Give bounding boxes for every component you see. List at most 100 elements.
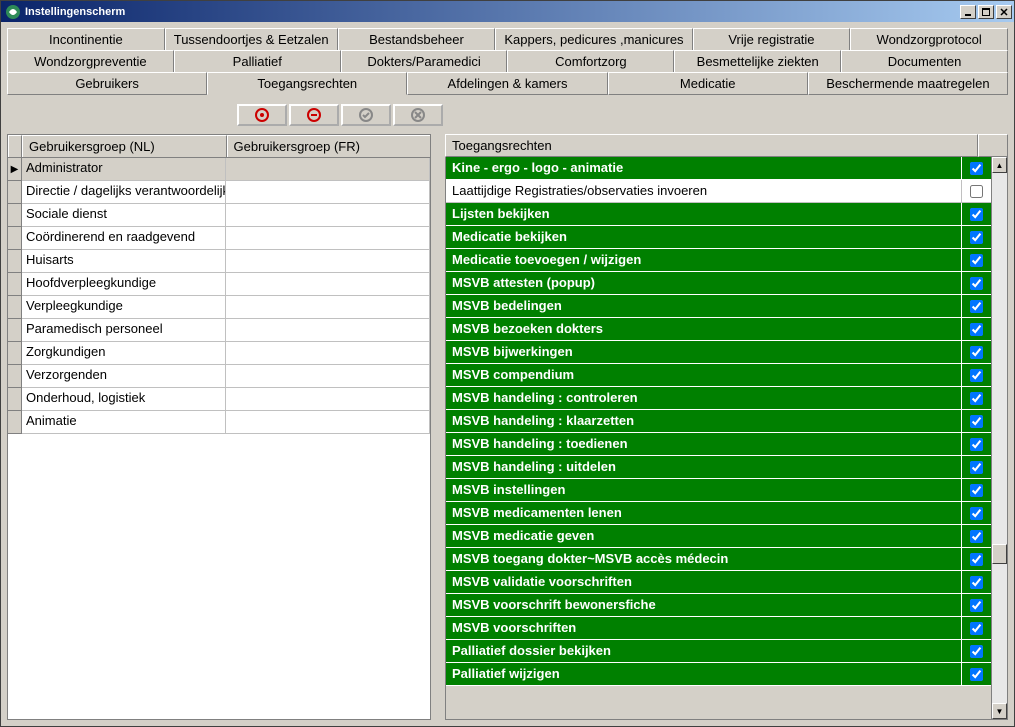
- cell-fr[interactable]: [226, 342, 430, 365]
- cell-nl[interactable]: Directie / dagelijks verantwoordelijke: [22, 181, 226, 204]
- permission-row[interactable]: Medicatie toevoegen / wijzigen: [446, 249, 991, 272]
- permission-row[interactable]: MSVB bezoeken dokters: [446, 318, 991, 341]
- tab-wondzorgprotocol[interactable]: Wondzorgprotocol: [850, 28, 1008, 51]
- permission-row[interactable]: MSVB toegang dokter~MSVB accès médecin: [446, 548, 991, 571]
- permission-row[interactable]: MSVB handeling : uitdelen: [446, 456, 991, 479]
- column-header-nl[interactable]: Gebruikersgroep (NL): [22, 135, 227, 157]
- permission-row[interactable]: MSVB validatie voorschriften: [446, 571, 991, 594]
- permission-row[interactable]: MSVB compendium: [446, 364, 991, 387]
- tab-vrije-registratie[interactable]: Vrije registratie: [693, 28, 851, 51]
- table-row[interactable]: Hoofdverpleegkundige: [8, 273, 430, 296]
- permission-checkbox[interactable]: [970, 668, 983, 681]
- permission-row[interactable]: MSVB voorschriften: [446, 617, 991, 640]
- tab-bestandsbeheer[interactable]: Bestandsbeheer: [338, 28, 496, 51]
- permission-checkbox[interactable]: [970, 553, 983, 566]
- close-button[interactable]: [996, 5, 1012, 19]
- toolbar-remove-button[interactable]: [289, 104, 339, 126]
- tab-besmettelijke-ziekten[interactable]: Besmettelijke ziekten: [674, 50, 841, 73]
- permission-row[interactable]: Palliatief dossier bekijken: [446, 640, 991, 663]
- table-row[interactable]: Sociale dienst: [8, 204, 430, 227]
- tab-palliatief[interactable]: Palliatief: [174, 50, 341, 73]
- permission-checkbox[interactable]: [970, 507, 983, 520]
- cell-fr[interactable]: [226, 204, 430, 227]
- cell-fr[interactable]: [226, 250, 430, 273]
- scroll-thumb[interactable]: [992, 544, 1007, 564]
- permission-checkbox[interactable]: [970, 415, 983, 428]
- permission-row[interactable]: Lijsten bekijken: [446, 203, 991, 226]
- table-row[interactable]: Coördinerend en raadgevend: [8, 227, 430, 250]
- tab-toegangsrechten[interactable]: Toegangsrechten: [207, 72, 407, 95]
- maximize-button[interactable]: [978, 5, 994, 19]
- permission-checkbox[interactable]: [970, 185, 983, 198]
- permission-checkbox[interactable]: [970, 392, 983, 405]
- permission-checkbox[interactable]: [970, 162, 983, 175]
- tab-beschermende-maatregelen[interactable]: Beschermende maatregelen: [808, 72, 1008, 95]
- scrollbar[interactable]: ▲ ▼: [991, 157, 1007, 719]
- table-row[interactable]: Paramedisch personeel: [8, 319, 430, 342]
- scroll-down-icon[interactable]: ▼: [992, 703, 1007, 719]
- tab-documenten[interactable]: Documenten: [841, 50, 1008, 73]
- permissions-header-label[interactable]: Toegangsrechten: [445, 134, 978, 157]
- permission-row[interactable]: Palliatief wijzigen: [446, 663, 991, 686]
- permission-row[interactable]: MSVB handeling : toedienen: [446, 433, 991, 456]
- permission-checkbox[interactable]: [970, 254, 983, 267]
- cell-nl[interactable]: Verpleegkundige: [22, 296, 226, 319]
- cell-fr[interactable]: [226, 273, 430, 296]
- toolbar-cancel-button[interactable]: [393, 104, 443, 126]
- cell-nl[interactable]: Sociale dienst: [22, 204, 226, 227]
- toolbar-add-button[interactable]: [237, 104, 287, 126]
- permission-checkbox[interactable]: [970, 530, 983, 543]
- cell-fr[interactable]: [226, 296, 430, 319]
- permission-checkbox[interactable]: [970, 599, 983, 612]
- tab-kappers-pedicures-manicures[interactable]: Kappers, pedicures ,manicures: [495, 28, 692, 51]
- cell-nl[interactable]: Animatie: [22, 411, 226, 434]
- scroll-track[interactable]: [992, 173, 1007, 703]
- cell-nl[interactable]: Huisarts: [22, 250, 226, 273]
- permission-row[interactable]: MSVB bedelingen: [446, 295, 991, 318]
- scroll-up-icon[interactable]: ▲: [992, 157, 1007, 173]
- permission-checkbox[interactable]: [970, 369, 983, 382]
- permission-row[interactable]: MSVB attesten (popup): [446, 272, 991, 295]
- permission-row[interactable]: MSVB handeling : klaarzetten: [446, 410, 991, 433]
- permission-row[interactable]: Laattijdige Registraties/observaties inv…: [446, 180, 991, 203]
- cell-nl[interactable]: Onderhoud, logistiek: [22, 388, 226, 411]
- permission-row[interactable]: MSVB instellingen: [446, 479, 991, 502]
- permission-checkbox[interactable]: [970, 622, 983, 635]
- cell-nl[interactable]: Hoofdverpleegkundige: [22, 273, 226, 296]
- cell-nl[interactable]: Verzorgenden: [22, 365, 226, 388]
- cell-nl[interactable]: Zorgkundigen: [22, 342, 226, 365]
- tab-medicatie[interactable]: Medicatie: [608, 72, 808, 95]
- table-row[interactable]: Directie / dagelijks verantwoordelijke: [8, 181, 430, 204]
- cell-nl[interactable]: Coördinerend en raadgevend: [22, 227, 226, 250]
- toolbar-confirm-button[interactable]: [341, 104, 391, 126]
- tab-tussendoortjes-eetzalen[interactable]: Tussendoortjes & Eetzalen: [165, 28, 338, 51]
- permission-row[interactable]: Medicatie bekijken: [446, 226, 991, 249]
- minimize-button[interactable]: [960, 5, 976, 19]
- cell-fr[interactable]: [226, 388, 430, 411]
- table-row[interactable]: Huisarts: [8, 250, 430, 273]
- permission-checkbox[interactable]: [970, 323, 983, 336]
- column-header-fr[interactable]: Gebruikersgroep (FR): [227, 135, 431, 157]
- cell-nl[interactable]: Administrator: [22, 158, 226, 181]
- cell-fr[interactable]: [226, 158, 430, 181]
- tab-incontinentie[interactable]: Incontinentie: [7, 28, 165, 51]
- cell-nl[interactable]: Paramedisch personeel: [22, 319, 226, 342]
- permission-checkbox[interactable]: [970, 277, 983, 290]
- tab-wondzorgpreventie[interactable]: Wondzorgpreventie: [7, 50, 174, 73]
- table-row[interactable]: Verpleegkundige: [8, 296, 430, 319]
- cell-fr[interactable]: [226, 319, 430, 342]
- permission-checkbox[interactable]: [970, 231, 983, 244]
- table-row[interactable]: Zorgkundigen: [8, 342, 430, 365]
- permission-checkbox[interactable]: [970, 346, 983, 359]
- table-row[interactable]: Verzorgenden: [8, 365, 430, 388]
- tab-afdelingen-kamers[interactable]: Afdelingen & kamers: [407, 72, 607, 95]
- permission-row[interactable]: MSVB handeling : controleren: [446, 387, 991, 410]
- permission-checkbox[interactable]: [970, 300, 983, 313]
- permission-checkbox[interactable]: [970, 484, 983, 497]
- cell-fr[interactable]: [226, 365, 430, 388]
- permission-row[interactable]: MSVB medicamenten lenen: [446, 502, 991, 525]
- cell-fr[interactable]: [226, 411, 430, 434]
- tab-comfortzorg[interactable]: Comfortzorg: [507, 50, 674, 73]
- permission-row[interactable]: MSVB voorschrift bewonersfiche: [446, 594, 991, 617]
- permission-row[interactable]: MSVB medicatie geven: [446, 525, 991, 548]
